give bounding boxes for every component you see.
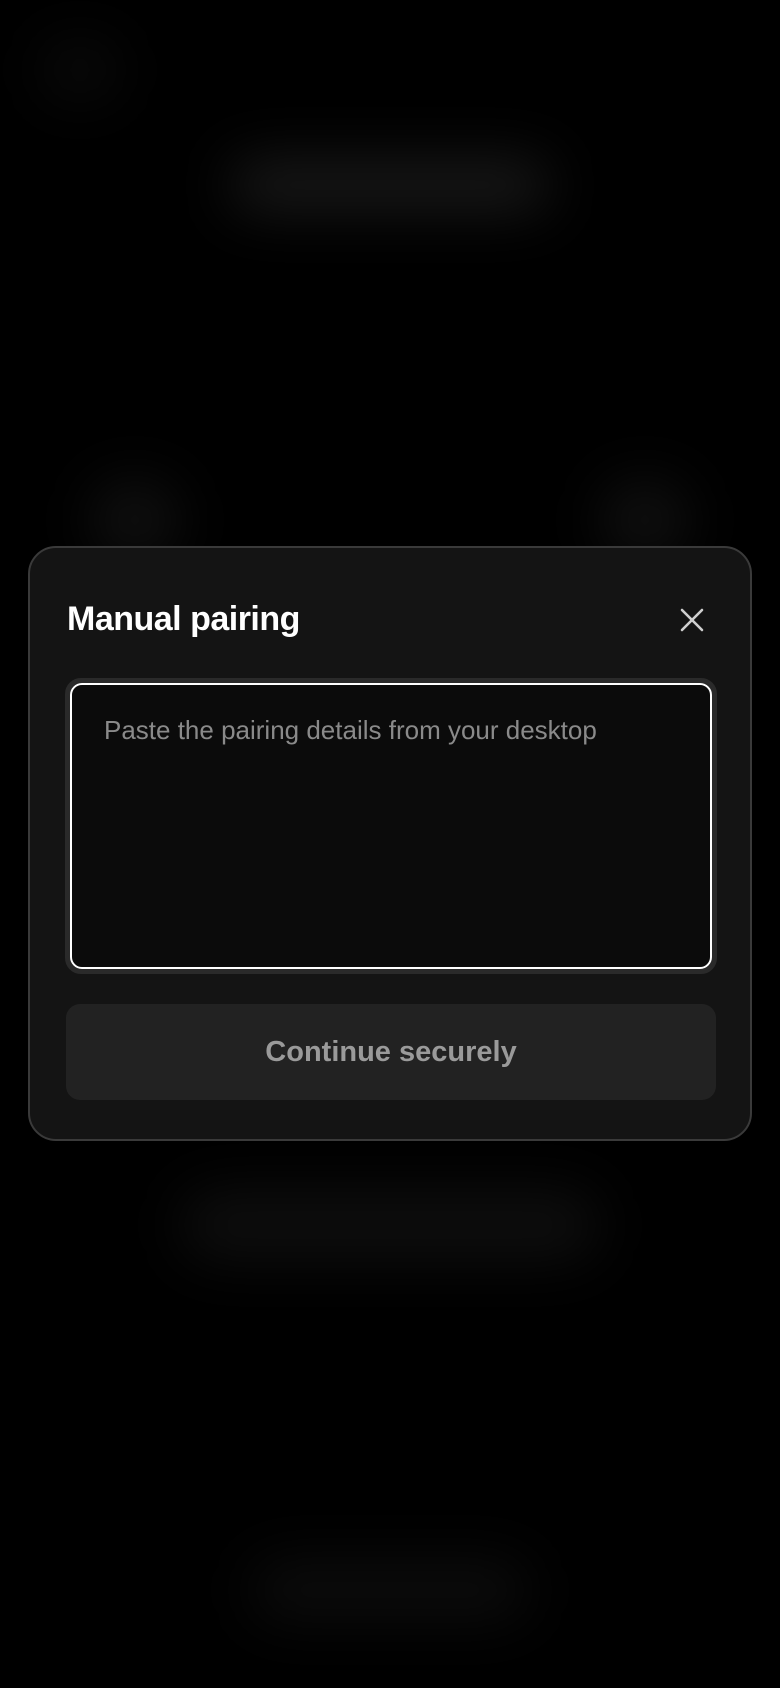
manual-pairing-dialog: Manual pairing Continue securely	[28, 546, 752, 1141]
pairing-input-focus-ring	[65, 678, 717, 974]
background-blur	[40, 40, 120, 100]
background-blur	[180, 1190, 600, 1260]
continue-securely-button[interactable]: Continue securely	[66, 1004, 716, 1100]
app-screen: Manual pairing Continue securely	[0, 0, 780, 1688]
background-blur	[230, 160, 550, 210]
close-icon	[680, 608, 704, 632]
background-blur	[250, 1560, 530, 1620]
dialog-title: Manual pairing	[67, 600, 300, 638]
pairing-details-input[interactable]	[70, 683, 712, 969]
close-button[interactable]	[672, 600, 712, 640]
